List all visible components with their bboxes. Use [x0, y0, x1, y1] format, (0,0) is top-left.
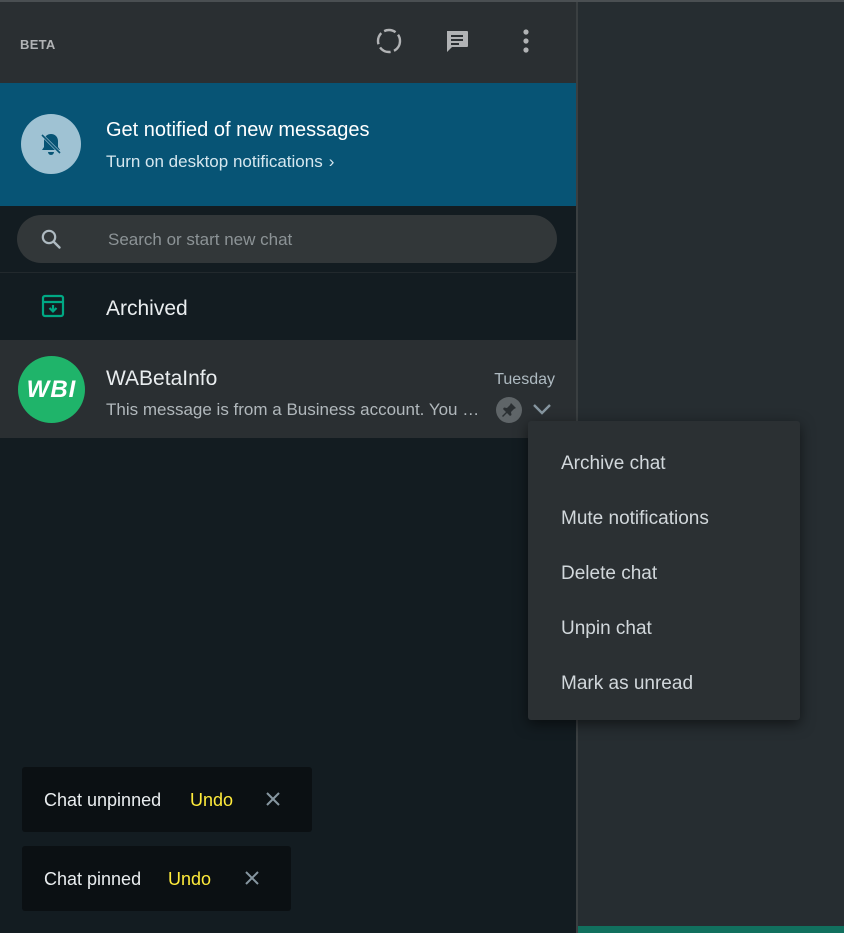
chat-context-menu: Archive chat Mute notifications Delete c… — [528, 421, 800, 720]
beta-badge: BETA — [20, 37, 56, 52]
search-input[interactable] — [106, 215, 540, 265]
menu-item-unpin-chat[interactable]: Unpin chat — [528, 600, 800, 655]
enable-notifications-link[interactable]: Turn on desktop notifications › — [106, 152, 334, 172]
toast-pinned: Chat pinned Undo — [22, 846, 291, 911]
archived-label: Archived — [106, 297, 188, 320]
archive-box-icon — [41, 294, 65, 318]
chat-preview: This message is from a Business account.… — [106, 400, 484, 419]
menu-icon[interactable] — [509, 24, 543, 58]
search-icon[interactable] — [39, 227, 63, 251]
notification-subtitle: Turn on desktop notifications — [106, 152, 323, 171]
status-icon[interactable] — [372, 24, 406, 58]
muted-bell-icon — [21, 114, 81, 174]
new-chat-icon[interactable] — [440, 24, 474, 58]
search-box — [17, 215, 557, 265]
avatar-text: WBI — [26, 375, 77, 403]
sidebar-header: BETA — [0, 2, 576, 83]
archived-row[interactable]: Archived — [0, 273, 576, 340]
close-icon[interactable] — [264, 790, 282, 808]
chevron-right-icon: › — [328, 152, 335, 171]
chat-name: WABetaInfo — [106, 367, 218, 390]
toast-message: Chat unpinned — [44, 790, 162, 810]
bottom-accent-bar — [578, 926, 844, 933]
search-bar — [0, 206, 576, 273]
notification-banner: Get notified of new messages Turn on des… — [0, 83, 576, 206]
toast-unpinned: Chat unpinned Undo — [22, 767, 312, 832]
chat-timestamp: Tuesday — [494, 371, 555, 388]
pin-icon — [496, 397, 522, 423]
chevron-down-icon[interactable] — [531, 398, 553, 420]
notification-title: Get notified of new messages — [106, 119, 370, 141]
close-icon[interactable] — [243, 869, 261, 887]
menu-item-delete-chat[interactable]: Delete chat — [528, 545, 800, 600]
menu-item-archive-chat[interactable]: Archive chat — [528, 435, 800, 490]
avatar: WBI — [18, 356, 85, 423]
undo-button[interactable]: Undo — [190, 790, 233, 811]
chat-list-item[interactable]: WBI WABetaInfo Tuesday This message is f… — [0, 340, 576, 438]
chat-list-panel: BETA Get notified of new messages Turn o… — [0, 2, 576, 933]
undo-button[interactable]: Undo — [168, 869, 211, 890]
toast-message: Chat pinned — [44, 869, 142, 889]
menu-item-mark-as-unread[interactable]: Mark as unread — [528, 655, 800, 710]
menu-item-mute-notifications[interactable]: Mute notifications — [528, 490, 800, 545]
